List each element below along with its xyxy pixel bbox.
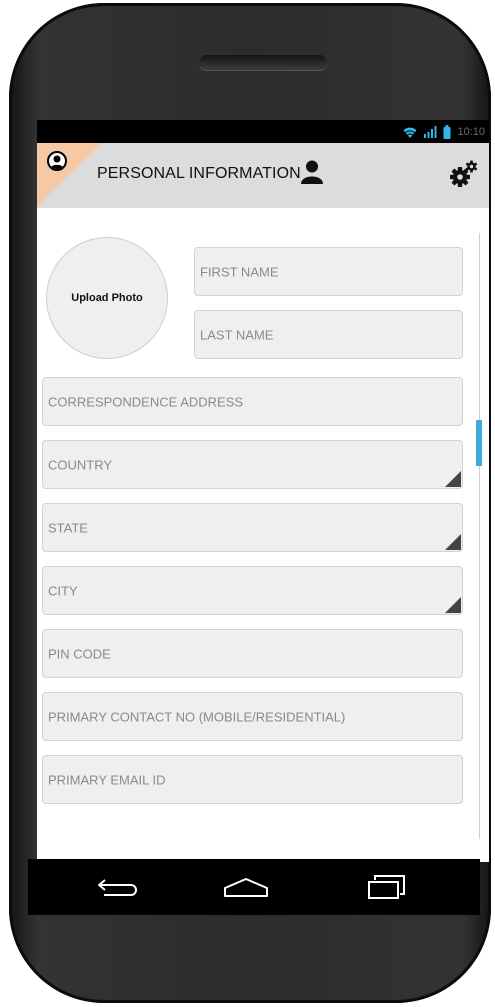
phone-frame: 10:10 PERSONAL INFORMATION Upload Photo … [9, 3, 491, 1003]
email-placeholder: PRIMARY EMAIL ID [48, 772, 166, 787]
dropdown-corner-icon [445, 534, 461, 550]
upload-photo-button[interactable]: Upload Photo [46, 237, 168, 359]
dropdown-corner-icon [445, 471, 461, 487]
profile-avatar-icon[interactable] [47, 151, 67, 171]
app-bar: PERSONAL INFORMATION [37, 143, 489, 208]
navigation-bar [28, 859, 480, 915]
contact-placeholder: PRIMARY CONTACT NO (MOBILE/RESIDENTIAL) [48, 709, 346, 724]
country-select[interactable]: COUNTRY [42, 440, 463, 489]
back-icon [98, 879, 137, 896]
scrollbar-thumb[interactable] [476, 420, 482, 466]
state-select[interactable]: STATE [42, 503, 463, 552]
city-placeholder: CITY [48, 583, 78, 598]
primary-contact-field[interactable]: PRIMARY CONTACT NO (MOBILE/RESIDENTIAL) [42, 692, 463, 741]
last-name-field[interactable]: LAST NAME [194, 310, 463, 359]
home-button[interactable] [211, 859, 281, 915]
dropdown-corner-icon [445, 597, 461, 613]
country-placeholder: COUNTRY [48, 457, 113, 472]
last-name-placeholder: LAST NAME [200, 327, 274, 342]
corner-accent [37, 143, 102, 206]
signal-icon [424, 125, 437, 138]
primary-email-field[interactable]: PRIMARY EMAIL ID [42, 755, 463, 804]
person-icon [301, 160, 323, 184]
pin-code-field[interactable]: PIN CODE [42, 629, 463, 678]
scrollbar-track[interactable] [479, 233, 480, 839]
back-button[interactable] [83, 859, 153, 915]
first-name-field[interactable]: FIRST NAME [194, 247, 463, 296]
wifi-icon [403, 127, 417, 138]
phone-speaker [199, 55, 327, 70]
correspondence-address-field[interactable]: CORRESPONDENCE ADDRESS [42, 377, 463, 426]
screen: 10:10 PERSONAL INFORMATION Upload Photo … [37, 120, 489, 862]
upload-photo-label: Upload Photo [71, 292, 143, 304]
recent-apps-icon [368, 875, 405, 899]
battery-icon [443, 124, 451, 139]
state-placeholder: STATE [48, 520, 88, 535]
status-bar: 10:10 [37, 120, 489, 143]
city-select[interactable]: CITY [42, 566, 463, 615]
page-title: PERSONAL INFORMATION [97, 165, 301, 182]
pin-code-placeholder: PIN CODE [48, 646, 111, 661]
home-icon [224, 878, 268, 897]
settings-gears-icon[interactable] [448, 160, 478, 190]
clock: 10:10 [457, 125, 485, 138]
recent-apps-button[interactable] [351, 859, 421, 915]
address-placeholder: CORRESPONDENCE ADDRESS [48, 394, 244, 409]
first-name-placeholder: FIRST NAME [200, 264, 279, 279]
